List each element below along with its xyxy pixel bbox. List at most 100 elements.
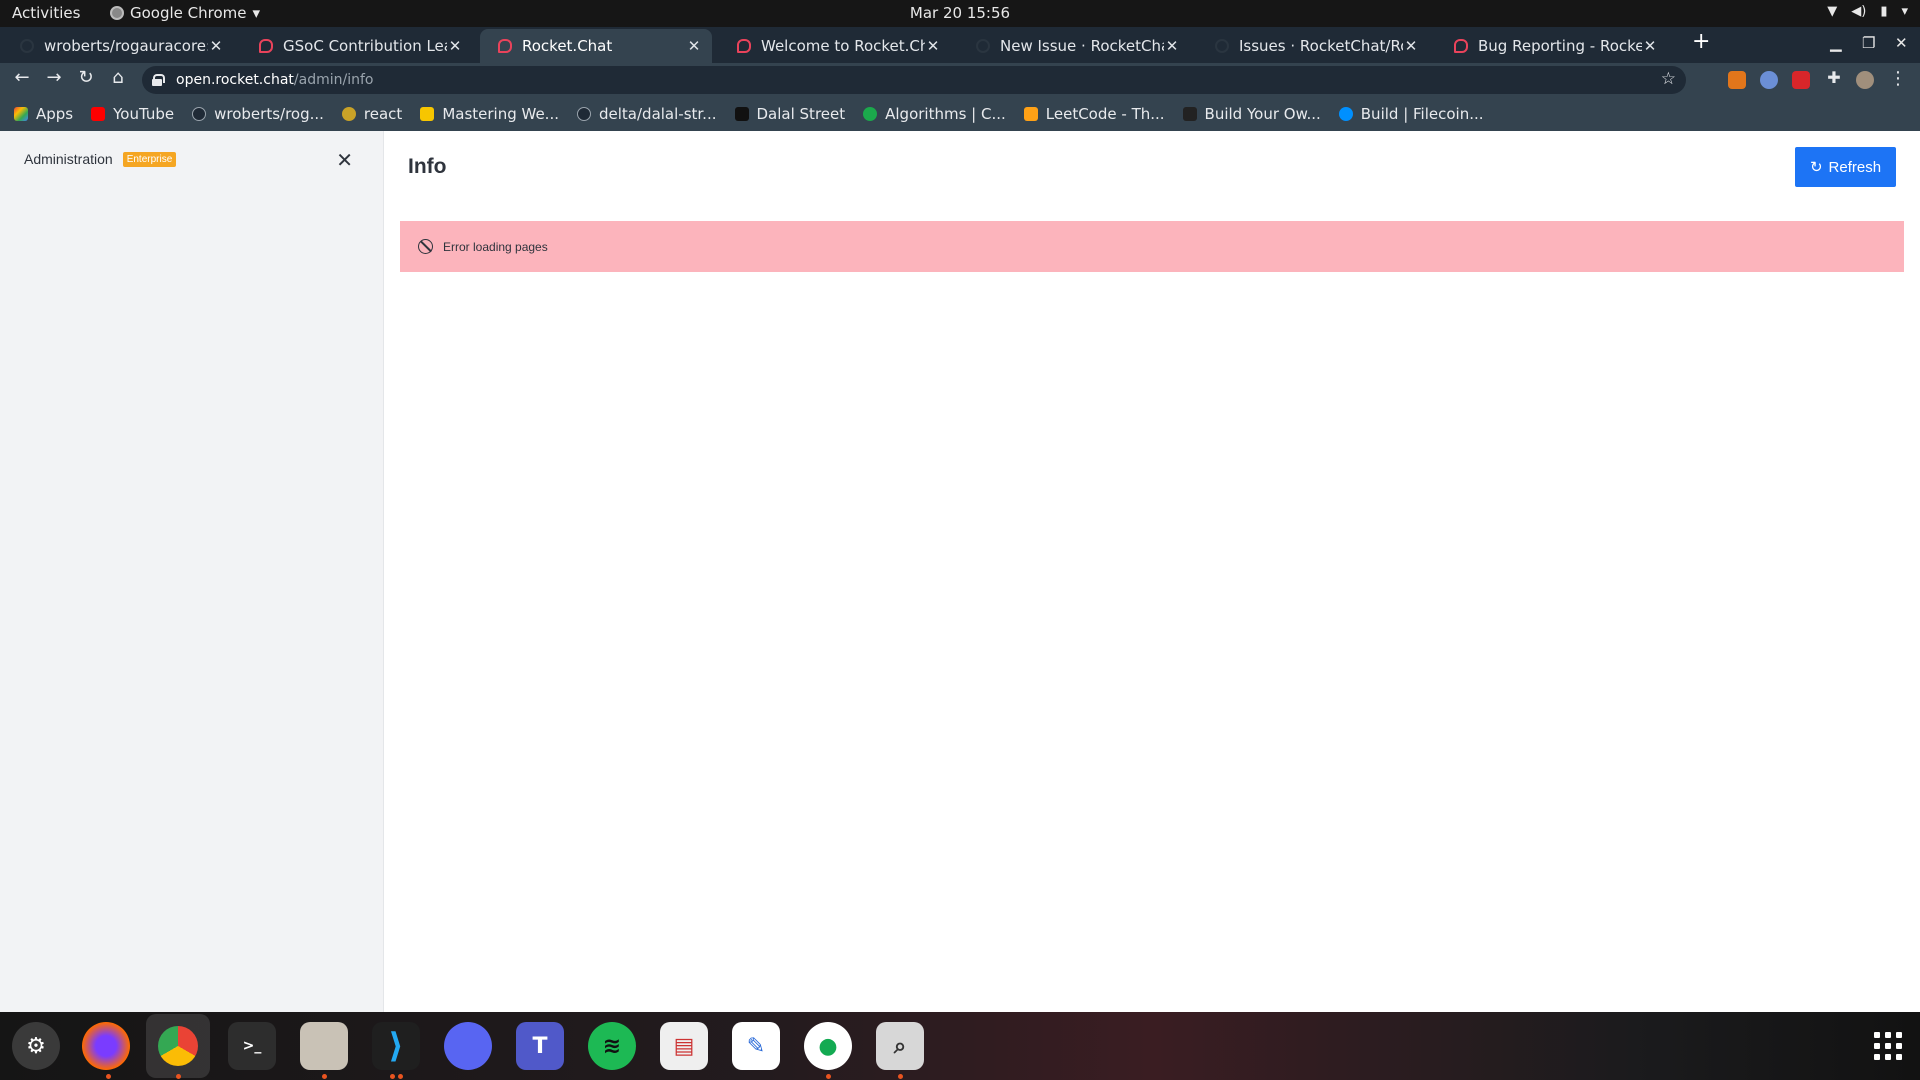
bookmark-wroberts[interactable]: wroberts/rog...	[192, 105, 324, 123]
text-editor-icon[interactable]: ✎	[732, 1022, 780, 1070]
system-status-area[interactable]: ▼ ◀) ▮ ▾	[1827, 4, 1908, 19]
bookmark-label: Apps	[36, 105, 74, 123]
bookmark-apps[interactable]: Apps	[14, 105, 73, 123]
bookmark-leetcode[interactable]: LeetCode - Th...	[1023, 105, 1165, 123]
extensions-puzzle-icon[interactable]: ✚	[1822, 68, 1846, 87]
rocketchat-icon	[737, 39, 751, 53]
close-window-icon[interactable]: ✕	[1895, 34, 1908, 52]
tab-gsoc[interactable]: GSoC Contribution Leade ✕	[241, 29, 473, 63]
reload-button[interactable]: ↻	[74, 67, 98, 88]
close-tab-icon[interactable]: ✕	[686, 37, 702, 55]
url-path: /admin/info	[293, 72, 374, 88]
bookmark-folder-icon	[420, 107, 435, 121]
tab-bug-reporting[interactable]: Bug Reporting - Rocket.Cl ✕	[1436, 29, 1668, 63]
caret-down-icon: ▾	[252, 4, 261, 22]
error-alert: Error loading pages	[400, 221, 1904, 272]
document-viewer-icon[interactable]: ▤	[660, 1022, 708, 1070]
address-bar[interactable]: open.rocket.chat /admin/info ☆	[142, 66, 1686, 94]
close-tab-icon[interactable]: ✕	[447, 37, 463, 55]
restore-icon[interactable]: ❐	[1862, 34, 1875, 52]
hackerrank-icon	[863, 107, 878, 121]
kebab-menu-icon[interactable]: ⋮	[1886, 68, 1910, 89]
dock: ⚙ >_ ⟩ T ≋ ▤ ✎ ● ⌕	[0, 1012, 1920, 1080]
metamask-extension-icon[interactable]	[1728, 71, 1746, 89]
show-apps-grid-icon[interactable]	[1874, 1032, 1902, 1060]
bookmark-label: delta/dalal-str...	[599, 105, 717, 123]
page-content: Administration Enterprise ✕ Info ↻ Refre…	[0, 131, 1920, 1012]
leetcode-icon	[1023, 107, 1038, 121]
screenshot-magnifier-icon[interactable]: ⌕	[876, 1022, 924, 1070]
forward-button[interactable]: →	[42, 67, 66, 88]
wifi-icon: ▼	[1827, 4, 1838, 19]
bookmark-youtube[interactable]: YouTube	[91, 105, 174, 123]
firefox-icon[interactable]	[82, 1022, 130, 1070]
chrome-dock-icon[interactable]	[146, 1014, 210, 1078]
close-tab-icon[interactable]: ✕	[1164, 37, 1180, 55]
filecoin-icon	[1338, 107, 1353, 121]
bookmark-label: LeetCode - Th...	[1045, 105, 1165, 123]
refresh-button[interactable]: ↻ Refresh	[1795, 147, 1896, 187]
bookmark-build-your-own[interactable]: Build Your Ow...	[1182, 105, 1321, 123]
bookmark-filecoin[interactable]: Build | Filecoin...	[1338, 105, 1484, 123]
page-title: Info	[408, 155, 447, 178]
close-tab-icon[interactable]: ✕	[925, 37, 941, 55]
mongodb-compass-icon[interactable]: ●	[804, 1022, 852, 1070]
discord-icon[interactable]	[444, 1022, 492, 1070]
admin-sidebar: Administration Enterprise ✕	[0, 131, 384, 1012]
volume-icon: ◀)	[1851, 4, 1867, 19]
tab-wroberts[interactable]: wroberts/rogauracore: R ✕	[2, 29, 234, 63]
bookmark-label: Algorithms | C...	[885, 105, 1006, 123]
apps-grid-icon	[14, 107, 28, 121]
sidebar-title: Administration	[24, 151, 113, 167]
rocketchat-icon	[498, 39, 512, 53]
tab-new-issue[interactable]: New Issue · RocketChat/R ✕	[958, 29, 1190, 63]
bookmark-algorithms[interactable]: Algorithms | C...	[863, 105, 1006, 123]
pdf-extension-icon[interactable]	[1792, 71, 1810, 89]
lock-icon[interactable]	[152, 74, 165, 86]
bookmark-star-icon[interactable]: ☆	[1661, 69, 1676, 89]
bookmark-dalal-repo[interactable]: delta/dalal-str...	[577, 105, 717, 123]
profile-avatar[interactable]	[1856, 71, 1874, 89]
chrome-icon	[158, 1026, 198, 1066]
clock[interactable]: Mar 20 15:56	[910, 4, 1010, 22]
ban-icon	[418, 239, 433, 254]
tab-welcome[interactable]: Welcome to Rocket.Chat ✕	[719, 29, 951, 63]
tab-issues[interactable]: Issues · RocketChat/Rocke ✕	[1197, 29, 1429, 63]
github-icon	[976, 39, 990, 53]
error-message: Error loading pages	[443, 239, 548, 254]
bookmark-react[interactable]: react	[341, 105, 402, 123]
tab-title: wroberts/rogauracore: R	[44, 37, 208, 55]
bookmark-mastering[interactable]: Mastering We...	[420, 105, 559, 123]
bookmark-label: Mastering We...	[442, 105, 559, 123]
activities-button[interactable]: Activities	[12, 4, 80, 22]
close-sidebar-icon[interactable]: ✕	[336, 148, 353, 172]
running-indicator	[398, 1074, 403, 1079]
files-icon[interactable]	[300, 1022, 348, 1070]
github-icon	[577, 107, 591, 121]
running-indicator	[390, 1074, 395, 1079]
rocketchat-icon	[259, 39, 273, 53]
github-icon	[192, 107, 207, 121]
terminal-icon[interactable]: >_	[228, 1022, 276, 1070]
tab-strip: wroberts/rogauracore: R ✕ GSoC Contribut…	[0, 27, 1920, 63]
close-tab-icon[interactable]: ✕	[1403, 37, 1419, 55]
url-host: open.rocket.chat	[176, 72, 294, 88]
youtube-icon	[91, 107, 106, 121]
tab-title: Rocket.Chat	[522, 37, 613, 55]
tab-title: Welcome to Rocket.Chat	[761, 37, 925, 55]
spotify-icon[interactable]: ≋	[588, 1022, 636, 1070]
close-tab-icon[interactable]: ✕	[1642, 37, 1658, 55]
new-tab-button[interactable]: +	[1692, 29, 1710, 54]
back-button[interactable]: ←	[10, 67, 34, 88]
tab-title: GSoC Contribution Leade	[283, 37, 447, 55]
extension-icon[interactable]	[1760, 71, 1778, 89]
tab-rocketchat-active[interactable]: Rocket.Chat ✕	[480, 29, 712, 63]
home-button[interactable]: ⌂	[106, 67, 130, 88]
minimize-icon[interactable]: ▁	[1830, 34, 1842, 52]
app-menu[interactable]: Google Chrome ▾	[110, 4, 260, 22]
vscode-icon[interactable]: ⟩	[372, 1022, 420, 1070]
settings-icon[interactable]: ⚙	[12, 1022, 60, 1070]
close-tab-icon[interactable]: ✕	[208, 37, 224, 55]
teams-icon[interactable]: T	[516, 1022, 564, 1070]
bookmark-dalal-street[interactable]: Dalal Street	[734, 105, 845, 123]
